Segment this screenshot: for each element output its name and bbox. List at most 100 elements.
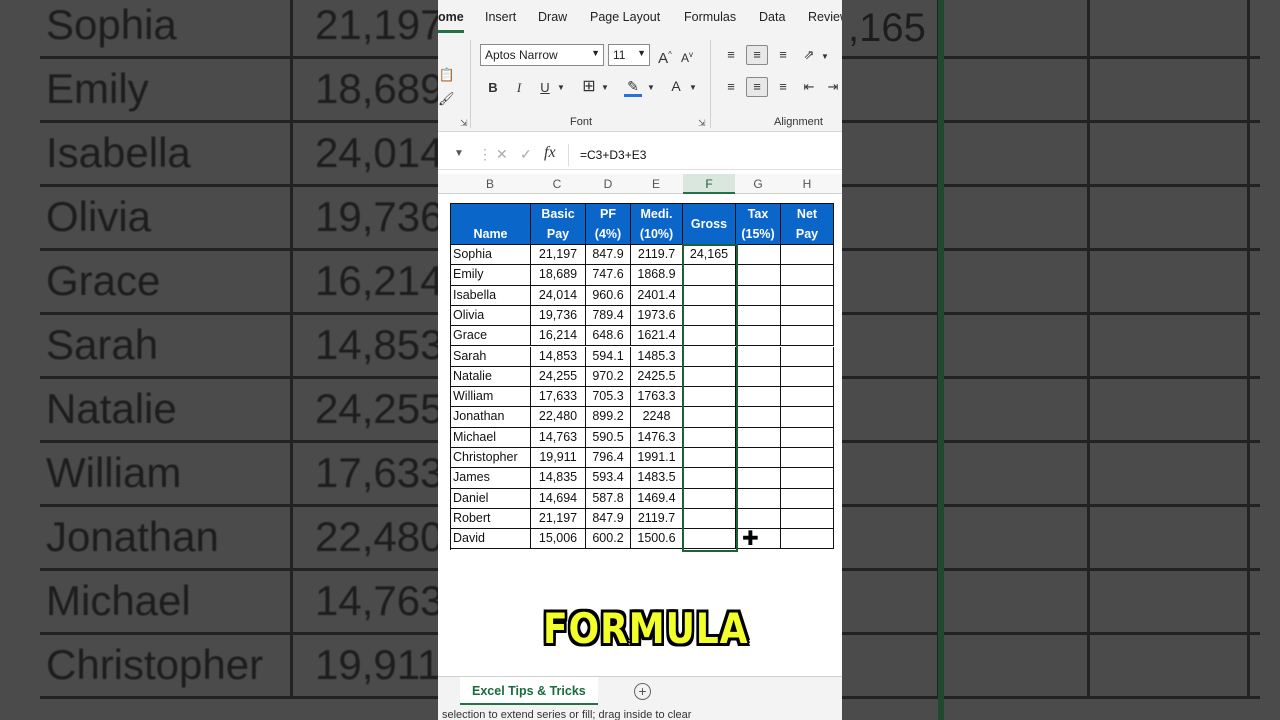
table-cell[interactable]: 1483.5: [631, 468, 683, 489]
table-cell[interactable]: 14,853: [531, 346, 586, 367]
column-header-c[interactable]: C: [542, 177, 572, 191]
chevron-down-icon[interactable]: ▼: [600, 79, 610, 99]
table-cell[interactable]: 899.2: [586, 407, 631, 428]
name-cell[interactable]: James: [451, 468, 531, 489]
table-cell[interactable]: 590.5: [586, 427, 631, 448]
table-cell[interactable]: 2119.7: [631, 245, 683, 266]
table-cell[interactable]: [736, 448, 781, 469]
chevron-down-icon[interactable]: ▼: [820, 48, 830, 68]
align-bottom-icon[interactable]: ≡: [774, 46, 792, 66]
cancel-icon[interactable]: ✕: [496, 146, 508, 163]
column-header-d[interactable]: D: [593, 177, 623, 191]
name-cell[interactable]: Michael: [451, 427, 531, 448]
selected-range-gross[interactable]: [682, 244, 738, 552]
table-cell[interactable]: [736, 305, 781, 327]
table-cell[interactable]: [736, 427, 781, 448]
orientation-icon[interactable]: ⇗: [800, 46, 818, 66]
table-cell[interactable]: 1469.4: [631, 488, 683, 509]
table-cell[interactable]: 14,763: [531, 427, 586, 448]
table-cell[interactable]: [736, 508, 781, 530]
table-cell[interactable]: 648.6: [586, 326, 631, 347]
table-cell[interactable]: [781, 285, 834, 306]
table-cell[interactable]: 22,480: [531, 407, 586, 428]
name-cell[interactable]: Grace: [451, 326, 531, 347]
grow-font-icon[interactable]: A^: [656, 46, 674, 67]
table-cell[interactable]: 789.4: [586, 305, 631, 327]
table-cell[interactable]: 593.4: [586, 468, 631, 489]
table-cell[interactable]: 1500.6: [631, 529, 683, 550]
align-right-icon[interactable]: ≡: [774, 78, 792, 98]
table-cell[interactable]: [736, 285, 781, 306]
table-header-cell[interactable]: Medi. (10%): [631, 204, 683, 245]
chevron-down-icon[interactable]: ▼: [688, 79, 698, 99]
table-cell[interactable]: 2401.4: [631, 285, 683, 306]
name-box-chevron-icon[interactable]: ▼: [454, 148, 464, 159]
table-cell[interactable]: [736, 468, 781, 489]
table-cell[interactable]: [781, 468, 834, 489]
table-cell[interactable]: 1973.6: [631, 305, 683, 327]
table-cell[interactable]: [736, 488, 781, 509]
align-top-icon[interactable]: ≡: [722, 46, 740, 66]
table-header-cell[interactable]: Tax (15%): [736, 204, 781, 245]
table-cell[interactable]: 17,633: [531, 387, 586, 408]
increase-indent-icon[interactable]: ⇥: [824, 78, 842, 98]
table-cell[interactable]: [781, 488, 834, 509]
name-cell[interactable]: William: [451, 387, 531, 408]
tab-draw[interactable]: Draw: [538, 10, 567, 24]
table-cell[interactable]: 587.8: [586, 488, 631, 509]
enter-icon[interactable]: ✓: [520, 146, 532, 163]
table-cell[interactable]: 747.6: [586, 265, 631, 286]
name-cell[interactable]: Jonathan: [451, 407, 531, 428]
table-cell[interactable]: 1485.3: [631, 346, 683, 367]
borders-icon[interactable]: ⊞: [580, 78, 598, 98]
column-header-b[interactable]: B: [475, 177, 505, 191]
insert-function-icon[interactable]: fx: [544, 144, 556, 162]
sheet-tab-excel-tips[interactable]: Excel Tips & Tricks: [460, 677, 598, 705]
font-launcher-icon[interactable]: ⇲: [698, 118, 706, 129]
name-cell[interactable]: Sophia: [451, 245, 531, 266]
formula-input[interactable]: =C3+D3+E3: [580, 148, 646, 162]
table-cell[interactable]: [781, 265, 834, 286]
tab-home[interactable]: ome: [438, 10, 464, 24]
table-cell[interactable]: [736, 245, 781, 266]
name-cell[interactable]: Sarah: [451, 346, 531, 367]
table-cell[interactable]: 14,835: [531, 468, 586, 489]
table-header-cell[interactable]: Net Pay: [781, 204, 834, 245]
align-center-icon[interactable]: ≡: [746, 77, 768, 97]
table-cell[interactable]: 1763.3: [631, 387, 683, 408]
column-header-g[interactable]: G: [743, 177, 773, 191]
table-cell[interactable]: 600.2: [586, 529, 631, 550]
name-cell[interactable]: David: [451, 529, 531, 550]
chevron-down-icon[interactable]: ▼: [556, 79, 566, 99]
table-cell[interactable]: [781, 305, 834, 327]
table-cell[interactable]: 1991.1: [631, 448, 683, 469]
table-cell[interactable]: 705.3: [586, 387, 631, 408]
tab-data[interactable]: Data: [759, 10, 785, 24]
chevron-down-icon[interactable]: ▼: [646, 79, 656, 99]
table-cell[interactable]: 796.4: [586, 448, 631, 469]
table-cell[interactable]: 24,255: [531, 366, 586, 388]
table-cell[interactable]: 16,214: [531, 326, 586, 347]
decrease-indent-icon[interactable]: ⇤: [800, 78, 818, 98]
table-cell[interactable]: 2425.5: [631, 366, 683, 388]
table-cell[interactable]: [781, 326, 834, 347]
table-cell[interactable]: 2248: [631, 407, 683, 428]
table-cell[interactable]: 21,197: [531, 245, 586, 266]
shrink-font-icon[interactable]: Av: [678, 46, 696, 66]
table-cell[interactable]: [781, 245, 834, 266]
table-cell[interactable]: [781, 448, 834, 469]
table-header-cell[interactable]: PF (4%): [586, 204, 631, 245]
fill-color-icon[interactable]: ✎: [624, 77, 642, 97]
font-size-select[interactable]: 11 ▼: [608, 44, 650, 66]
name-cell[interactable]: Olivia: [451, 305, 531, 327]
font-color-icon[interactable]: A: [668, 77, 684, 97]
table-cell[interactable]: [736, 326, 781, 347]
column-header-e[interactable]: E: [641, 177, 671, 191]
table-cell[interactable]: [781, 508, 834, 530]
name-cell[interactable]: Natalie: [451, 366, 531, 388]
table-cell[interactable]: 847.9: [586, 508, 631, 530]
table-cell[interactable]: 18,689: [531, 265, 586, 286]
add-sheet-button[interactable]: +: [634, 683, 651, 700]
tab-review[interactable]: Review: [808, 10, 842, 24]
table-cell[interactable]: 19,736: [531, 305, 586, 327]
